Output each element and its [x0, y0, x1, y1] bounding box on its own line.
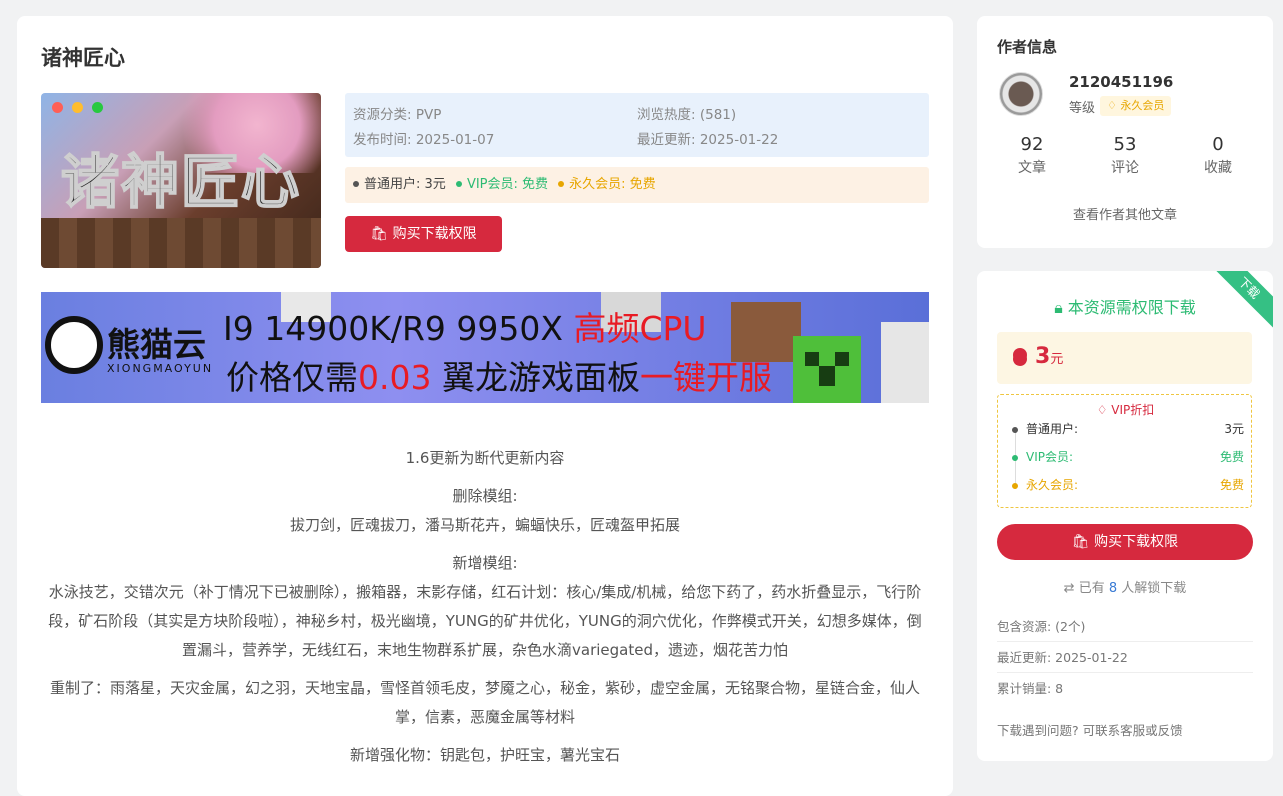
unlock-count: ⇄ 已有 8 人解锁下载 — [1063, 581, 1187, 596]
ad-banner[interactable]: 熊猫云 XIONGMAOYUN I9 14900K/R9 9950X 高频CPU… — [41, 292, 929, 403]
post-card: 诸神匠心 诸神匠心 资源分类: PVP 浏览热度: (581) 发布时间: 20… — [17, 16, 953, 796]
stat-articles[interactable]: 92 文章 — [992, 134, 1072, 177]
thumbnail-title: 诸神匠心 — [60, 147, 301, 217]
help-link[interactable]: 下载遇到问题? 可联系客服或反馈 — [997, 720, 1183, 739]
author-card: 作者信息 2120451196 等级 ♢ 永久会员 92 文章 53 评论 0 收藏 … — [977, 16, 1273, 248]
creeper-icon — [793, 336, 861, 403]
author-heading: 作者信息 — [997, 38, 1058, 56]
diamond-icon: ♢ — [1096, 403, 1108, 417]
price-vip: VIP会员: 免费 — [455, 177, 548, 192]
category: 资源分类: PVP — [353, 107, 442, 123]
stat-comments[interactable]: 53 评论 — [1085, 134, 1165, 177]
level-badge: ♢ 永久会员 — [1100, 96, 1172, 116]
article-paragraph: 新增模组: 水泳技艺，交错次元（补丁情况下已被删除），搬箱器，末影存储，红石计划：… — [48, 554, 922, 659]
buy-download-button[interactable]: 🛍︎ 购买下载权限 — [345, 216, 502, 252]
vip-row-permanent: 永久会员: 免费 — [1012, 476, 1244, 493]
author-name[interactable]: 2120451196 — [1069, 73, 1173, 91]
vip-discount-box: ♢ VIP折扣 普通用户: 3元 VIP会员: 免费 永久会员: 免费 — [997, 394, 1252, 508]
permission-notice: 🔒︎ 本资源需权限下载 — [1054, 298, 1196, 317]
views: 浏览热度: (581) — [637, 107, 737, 123]
banner-line-2: 价格仅需0.03 翼龙游戏面板一键开服 — [226, 358, 772, 397]
download-card: 下载 🔒︎ 本资源需权限下载 3元 ♢ VIP折扣 普通用户: 3元 VIP会员:… — [977, 271, 1273, 761]
article-paragraph: 1.6更新为断代更新内容 — [405, 449, 565, 467]
page-title: 诸神匠心 — [41, 46, 125, 70]
avatar[interactable] — [999, 72, 1043, 116]
diamond-icon: ♢ — [1107, 99, 1117, 112]
link-icon: ⇄ — [1063, 581, 1075, 596]
window-dot-red — [52, 102, 63, 113]
window-dot-yellow — [72, 102, 83, 113]
post-meta: 资源分类: PVP 浏览热度: (581) 发布时间: 2025-01-07 最… — [345, 93, 929, 157]
shopping-bag-icon: 🛍︎ — [370, 226, 389, 242]
total-sales: 累计销量: 8 — [997, 681, 1064, 696]
level-label: 等级 — [1069, 101, 1096, 116]
price-amount: 3元 — [1035, 344, 1064, 369]
price-box: 3元 — [997, 332, 1252, 384]
banner-logo: 熊猫云 — [107, 325, 206, 364]
price-permanent: 永久会员: 免费 — [558, 177, 656, 192]
buy-download-button-side[interactable]: 🛍︎ 购买下载权限 — [997, 524, 1253, 560]
vip-row-normal: 普通用户: 3元 — [1012, 420, 1244, 437]
article-body: 1.6更新为断代更新内容 删除模组: 拔刀剑，匠魂拔刀，潘马斯花卉，蝙蝠快乐，匠魂… — [41, 444, 929, 779]
price-summary: 普通用户: 3元 VIP会员: 免费 永久会员: 免费 — [345, 167, 929, 203]
last-updated: 最近更新: 2025-01-22 — [997, 642, 1253, 673]
article-paragraph: 重制了：雨落星，天灾金属，幻之羽，天地宝晶，雪怪首领毛皮，梦魇之心，秘金，紫砂，… — [49, 679, 920, 726]
post-thumbnail[interactable]: 诸神匠心 — [41, 93, 321, 268]
contains-resources: 包含资源: (2个) — [997, 611, 1253, 642]
banner-logo-sub: XIONGMAOYUN — [107, 362, 214, 375]
vip-row-vip: VIP会员: 免费 — [1012, 448, 1244, 465]
coin-icon — [1013, 352, 1027, 366]
shopping-bag-icon: 🛍︎ — [1071, 534, 1090, 550]
more-articles-link[interactable]: 查看作者其他文章 — [977, 204, 1273, 223]
window-dot-green — [92, 102, 103, 113]
banner-line-1: I9 14900K/R9 9950X 高频CPU — [223, 309, 707, 348]
lock-icon: 🔒︎ — [1054, 298, 1063, 317]
update-date: 最近更新: 2025-01-22 — [637, 132, 779, 148]
article-paragraph: 删除模组: 拔刀剑，匠魂拔刀，潘马斯花卉，蝙蝠快乐，匠魂盔甲拓展 — [289, 487, 680, 534]
stat-favorites[interactable]: 0 收藏 — [1178, 134, 1258, 177]
publish-date: 发布时间: 2025-01-07 — [353, 132, 495, 148]
price-normal: 普通用户: 3元 — [353, 177, 446, 192]
panda-logo-icon — [45, 316, 103, 374]
vip-discount-title: ♢ VIP折扣 — [1096, 403, 1155, 417]
article-paragraph: 新增强化物：钥匙包，护旺宝，薯光宝石 — [349, 746, 620, 764]
